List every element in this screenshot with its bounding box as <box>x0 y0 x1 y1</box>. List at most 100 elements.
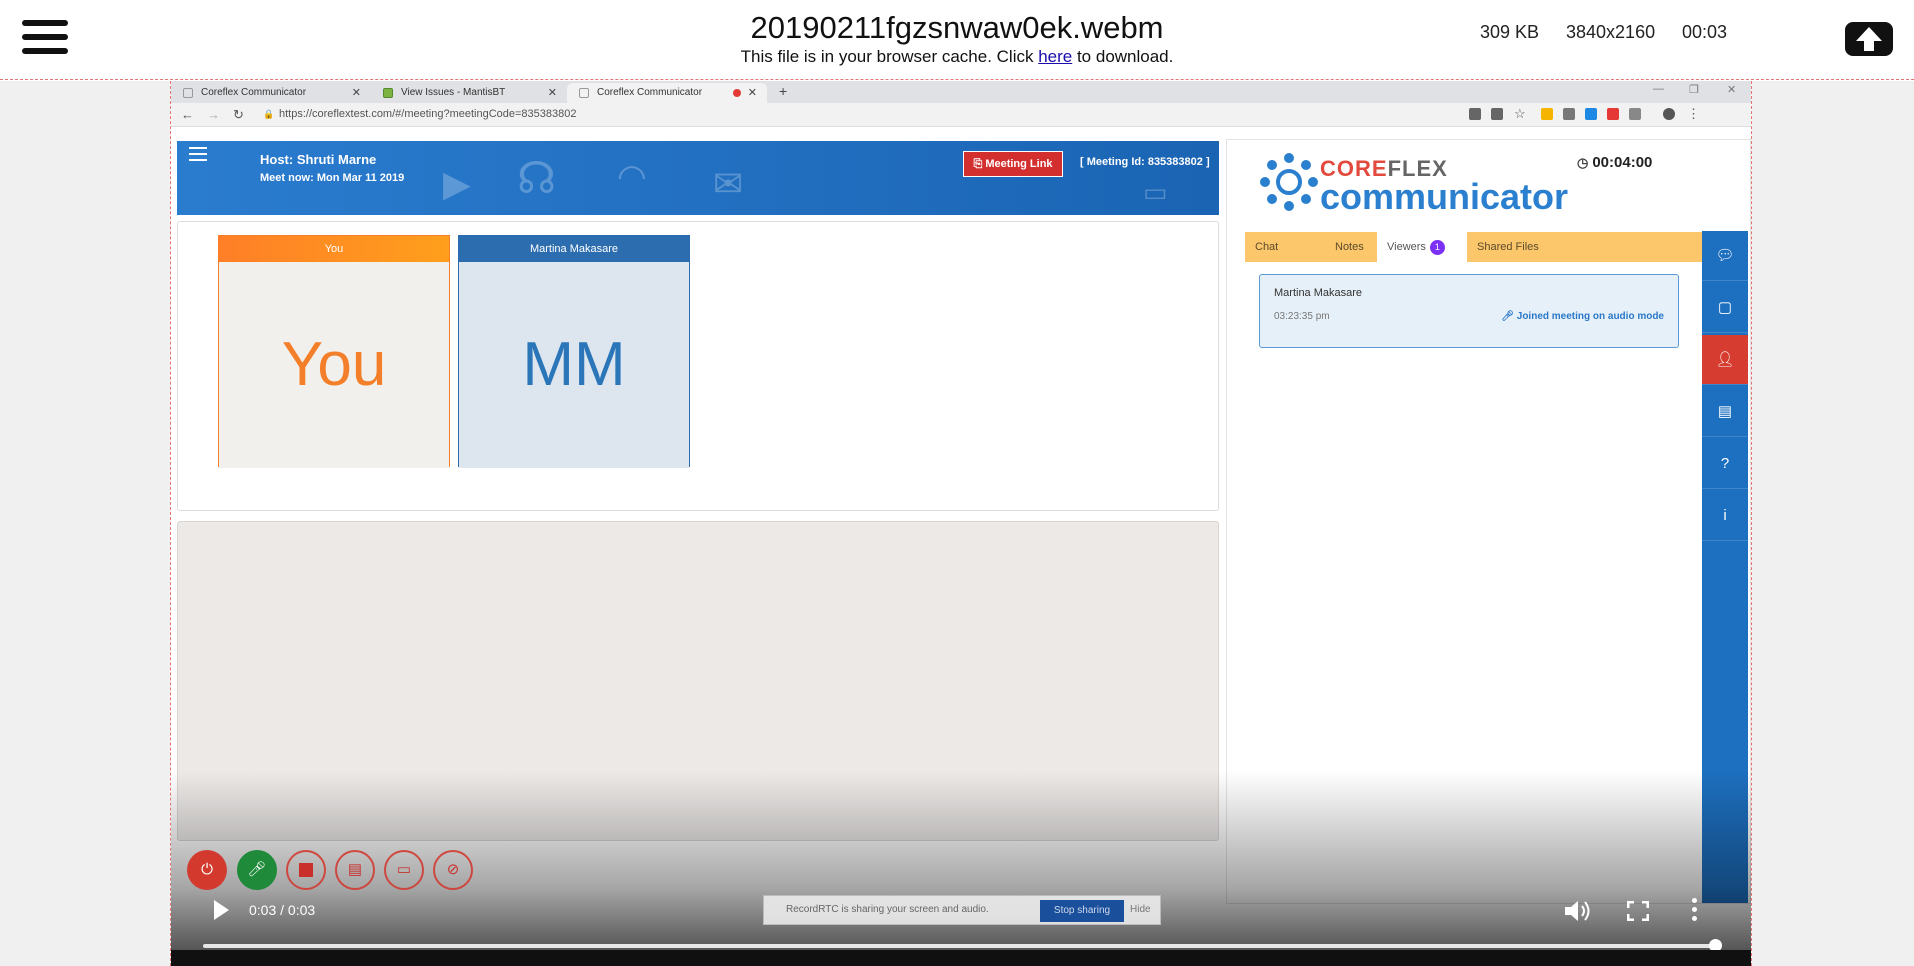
browser-tab-active[interactable]: Coreflex Communicator ✕ <box>567 83 767 103</box>
hide-button[interactable]: Hide <box>1130 904 1151 915</box>
cache-text: This file is in your browser cache. Clic… <box>740 47 1039 66</box>
clock-icon: ◷ <box>1577 155 1589 170</box>
viewer-name: Martina Makasare <box>1274 287 1363 299</box>
sidebar-tabs: Chat Notes Viewers 1 Shared Files <box>1245 232 1705 262</box>
record-extension-icon[interactable] <box>1607 108 1619 120</box>
tab-label: Coreflex Communicator <box>201 87 307 98</box>
viewer-join-time: 03:23:35 pm <box>1274 311 1330 322</box>
tab-chat[interactable]: Chat <box>1245 232 1315 262</box>
viewer-status-text: Joined meeting on audio mode <box>1516 311 1664 322</box>
play-icon[interactable] <box>211 899 231 921</box>
participant-tile-you[interactable]: You You <box>218 235 450 468</box>
mail-decor-icon: ✉ <box>713 163 744 204</box>
mic-button[interactable]: 🎤︎ <box>237 850 277 890</box>
meeting-link-button[interactable]: ⎘ Meeting Link <box>963 151 1063 177</box>
page-icon <box>183 88 193 98</box>
back-icon[interactable]: ← <box>181 107 194 122</box>
meeting-banner: Host: Shruti Marne Meet now: Mon Mar 11 … <box>177 141 1219 215</box>
download-link[interactable]: here <box>1038 47 1072 66</box>
tab-viewers[interactable]: Viewers 1 <box>1377 232 1467 262</box>
tab-label: View Issues - MantisBT <box>401 87 506 98</box>
viewer-status: 🎤︎ Joined meeting on audio mode <box>1501 311 1664 322</box>
extension-icon[interactable] <box>1585 108 1597 120</box>
meet-date: Meet now: Mon Mar 11 2019 <box>260 172 405 184</box>
meeting-timer: ◷ 00:04:00 <box>1577 154 1652 171</box>
help-icon[interactable]: ? <box>1702 439 1748 489</box>
more-vert-icon[interactable]: ⋮ <box>1687 106 1700 122</box>
extension-icon[interactable] <box>1563 108 1575 120</box>
reload-icon[interactable]: ↻ <box>233 107 244 123</box>
playback-time: 0:03 / 0:03 <box>249 902 316 918</box>
viewer-header: 20190211fgzsnwaw0ek.webm This file is in… <box>0 0 1914 80</box>
volume-icon[interactable] <box>1563 899 1591 923</box>
url-field[interactable]: 🔒 https://coreflextest.com/#/meeting?mee… <box>261 106 1431 124</box>
info-icon[interactable]: i <box>1702 491 1748 541</box>
tab-label: Coreflex Communicator <box>597 87 703 98</box>
document-button[interactable]: ▤ <box>335 850 375 890</box>
more-options-icon[interactable] <box>1691 898 1699 922</box>
star-icon[interactable]: ☆ <box>1514 106 1526 122</box>
extension-icon[interactable] <box>1541 108 1553 120</box>
cache-notice: This file is in your browser cache. Clic… <box>0 47 1914 67</box>
browser-tab[interactable]: View Issues - MantisBT ✕ <box>371 83 567 103</box>
video-player[interactable]: Coreflex Communicator ✕ View Issues - Ma… <box>170 81 1752 966</box>
file-size: 309 KB <box>1480 22 1540 42</box>
window-close-icon[interactable]: ✕ <box>1727 83 1736 96</box>
cache-text-end: to download. <box>1072 47 1174 66</box>
mantis-icon <box>383 88 393 98</box>
tile-initials: You <box>219 262 449 468</box>
banner-menu-icon[interactable] <box>189 147 207 165</box>
address-bar: ← → ↻ 🔒 https://coreflextest.com/#/meeti… <box>171 103 1751 127</box>
close-icon[interactable]: ✕ <box>352 86 361 99</box>
stop-button[interactable] <box>286 850 326 890</box>
restore-icon[interactable]: ❐ <box>1689 83 1699 96</box>
close-icon[interactable]: ✕ <box>548 86 557 99</box>
close-icon[interactable]: ✕ <box>748 86 757 99</box>
extension-icon[interactable] <box>1629 108 1641 120</box>
upload-button[interactable] <box>1845 22 1893 56</box>
taskbar-strip <box>171 950 1751 966</box>
file-duration: 00:03 <box>1682 22 1728 42</box>
minimize-icon[interactable]: — <box>1653 83 1664 95</box>
tab-viewers-label: Viewers <box>1387 241 1426 253</box>
meeting-id: [ Meeting Id: 835383802 ] <box>1080 156 1210 168</box>
timer-value: 00:04:00 <box>1592 154 1653 171</box>
sharing-notification: RecordRTC is sharing your screen and aud… <box>763 895 1161 925</box>
notes-icon[interactable]: ▢ <box>1702 283 1748 333</box>
coreflex-logo-icon <box>1260 153 1318 211</box>
mic-icon: 🎤︎ <box>1501 311 1517 322</box>
viewer-card: Martina Makasare 03:23:35 pm 🎤︎ Joined m… <box>1259 274 1679 348</box>
viewers-count-badge: 1 <box>1429 240 1445 255</box>
stop-sharing-button[interactable]: Stop sharing <box>1040 900 1124 922</box>
tab-shared-files[interactable]: Shared Files <box>1467 232 1577 262</box>
tile-initials: MM <box>459 262 689 468</box>
camera-icon[interactable] <box>1469 108 1481 120</box>
viewers-icon[interactable]: 👤︎ <box>1702 335 1748 385</box>
participants-panel: You You Martina Makasare MM <box>177 221 1219 511</box>
page-icon <box>579 88 589 98</box>
meeting-link-label: Meeting Link <box>985 158 1053 170</box>
power-button[interactable]: ⏻ <box>187 850 227 890</box>
block-button[interactable]: ⊘ <box>433 850 473 890</box>
key-icon[interactable] <box>1491 108 1503 120</box>
upload-arrow-icon <box>1856 27 1882 51</box>
recording-icon <box>733 89 741 97</box>
new-tab-button[interactable]: + <box>779 83 787 99</box>
url-text: https://coreflextest.com/#/meeting?meeti… <box>279 108 577 120</box>
progress-bar[interactable] <box>203 944 1715 948</box>
browser-tabbar: Coreflex Communicator ✕ View Issues - Ma… <box>171 81 1751 103</box>
participant-tile-mm[interactable]: Martina Makasare MM <box>458 235 690 468</box>
browser-tab[interactable]: Coreflex Communicator ✕ <box>171 83 371 103</box>
chat-decor-icon: ▭ <box>1143 177 1168 207</box>
profile-icon[interactable] <box>1663 108 1675 120</box>
file-icon[interactable]: ▤ <box>1702 387 1748 437</box>
screen-share-button[interactable]: ▭ <box>384 850 424 890</box>
signal-decor-icon: ◠ <box>617 158 647 196</box>
host-name: Host: Shruti Marne <box>260 152 377 167</box>
brand-communicator: communicator <box>1320 176 1569 217</box>
tab-notes[interactable]: Notes <box>1325 232 1385 262</box>
fullscreen-icon[interactable] <box>1627 901 1649 921</box>
forward-icon[interactable]: → <box>207 107 220 122</box>
chat-icon[interactable]: 💬︎ <box>1702 231 1748 281</box>
tile-header: Martina Makasare <box>459 236 689 262</box>
